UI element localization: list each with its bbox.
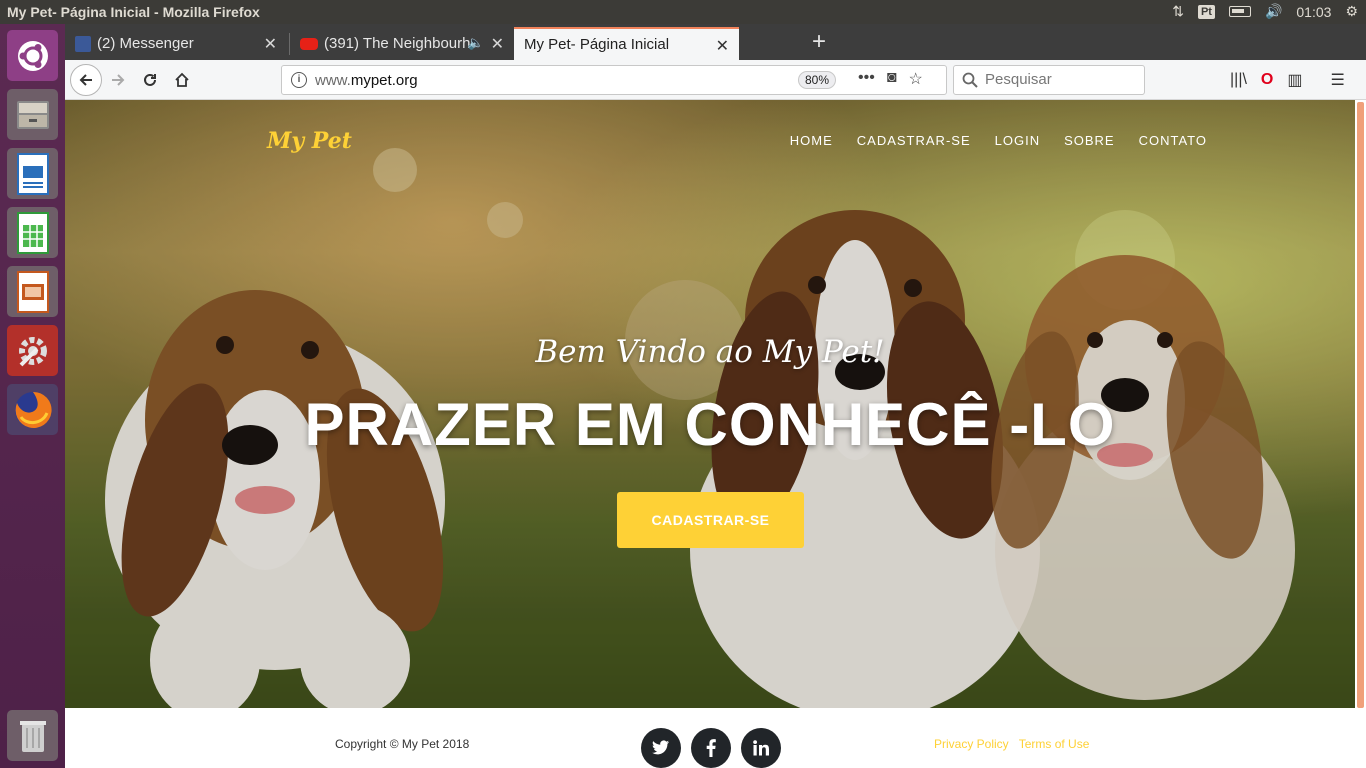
firefox-icon[interactable] (7, 384, 58, 435)
site-footer: Copyright © My Pet 2018 Privacy Policy T… (65, 708, 1355, 768)
ubuntu-dash-icon[interactable] (7, 30, 58, 81)
terms-of-use-link[interactable]: Terms of Use (1019, 737, 1090, 751)
tab-label: My Pet- Página Inicial (524, 36, 670, 53)
writer-icon[interactable] (7, 148, 58, 199)
zoom-level-badge[interactable]: 80% (798, 71, 837, 89)
close-tab-icon[interactable]: ✕ (491, 34, 504, 54)
power-gear-icon[interactable]: ⚙ (1345, 3, 1358, 20)
back-button[interactable] (70, 64, 102, 96)
opera-vpn-icon[interactable]: O (1261, 71, 1273, 89)
hamburger-menu-icon[interactable]: ☰ (1331, 70, 1345, 90)
nav-item-login[interactable]: LOGIN (995, 133, 1040, 148)
footer-links: Privacy Policy Terms of Use (934, 737, 1089, 751)
tab-messenger[interactable]: (2) Messenger ✕ (65, 27, 287, 60)
nav-item-sobre[interactable]: SOBRE (1064, 133, 1115, 148)
close-tab-icon[interactable]: ✕ (716, 36, 729, 56)
tab-bar: (2) Messenger ✕ (391) The Neighbourh 🔈 ✕… (65, 24, 1366, 60)
calc-icon[interactable] (7, 207, 58, 258)
nav-item-home[interactable]: HOME (790, 133, 833, 148)
settings-icon[interactable] (7, 325, 58, 376)
system-tray: ⇅ Pt 🔊 01:03 ⚙ (1172, 3, 1358, 20)
system-top-bar: My Pet- Página Inicial - Mozilla Firefox… (0, 0, 1366, 24)
new-tab-icon[interactable]: + (812, 30, 826, 54)
page-content: My Pet HOME CADASTRAR-SE LOGIN SOBRE CON… (65, 100, 1355, 768)
volume-icon[interactable]: 🔊 (1265, 3, 1282, 20)
nav-item-contato[interactable]: CONTATO (1139, 133, 1207, 148)
youtube-icon (300, 37, 318, 50)
forward-button[interactable] (104, 66, 132, 94)
toolbar-right: |||\ O ▥ ☰ (1230, 70, 1345, 90)
site-nav-menu: HOME CADASTRAR-SE LOGIN SOBRE CONTATO (790, 133, 1207, 148)
pocket-icon[interactable]: ◙ (887, 69, 897, 89)
social-links (641, 728, 781, 768)
url-bar[interactable]: i www.mypet.org 80% ••• ◙ ☆ (281, 65, 947, 95)
reload-button[interactable] (136, 66, 164, 94)
files-icon[interactable] (7, 89, 58, 140)
privacy-policy-link[interactable]: Privacy Policy (934, 737, 1009, 751)
home-button[interactable] (168, 66, 196, 94)
page-scrollbar[interactable] (1355, 100, 1366, 768)
audio-playing-icon[interactable]: 🔈 (468, 35, 484, 51)
hero-welcome-text: Bem Vindo ao My Pet! (535, 334, 885, 370)
launcher (0, 24, 65, 768)
site-info-icon[interactable]: i (291, 72, 307, 88)
clock[interactable]: 01:03 (1296, 4, 1331, 20)
signup-cta-button[interactable]: CADASTRAR-SE (617, 492, 804, 548)
url-text[interactable]: www.mypet.org (315, 72, 418, 89)
copyright-text: Copyright © My Pet 2018 (335, 737, 470, 751)
search-placeholder: Pesquisar (985, 71, 1052, 88)
keyboard-layout-badge[interactable]: Pt (1197, 4, 1215, 19)
battery-icon[interactable] (1228, 6, 1251, 17)
linkedin-icon[interactable] (741, 728, 781, 768)
library-icon[interactable]: |||\ (1230, 71, 1247, 89)
close-tab-icon[interactable]: ✕ (264, 34, 277, 54)
bookmark-star-icon[interactable]: ☆ (908, 69, 922, 89)
network-icon[interactable]: ⇅ (1172, 3, 1184, 20)
sidebar-icon[interactable]: ▥ (1287, 70, 1302, 90)
trash-icon[interactable] (7, 710, 58, 761)
twitter-icon[interactable] (641, 728, 681, 768)
scrollbar-thumb[interactable] (1357, 102, 1364, 708)
tab-youtube[interactable]: (391) The Neighbourh 🔈 ✕ (290, 27, 514, 60)
tab-label: (2) Messenger (97, 35, 194, 52)
page-actions-menu-icon[interactable]: ••• (858, 69, 875, 89)
tab-mypet[interactable]: My Pet- Página Inicial ✕ (514, 27, 739, 60)
hero-section: My Pet HOME CADASTRAR-SE LOGIN SOBRE CON… (65, 100, 1355, 708)
messenger-icon (75, 35, 91, 52)
hero-headline: PRAZER EM CONHECÊ -LO (304, 391, 1116, 458)
site-brand-logo[interactable]: My Pet (267, 128, 352, 154)
search-input[interactable]: Pesquisar (953, 65, 1145, 95)
tab-label: (391) The Neighbourh (324, 35, 471, 52)
page-actions: ••• ◙ ☆ (858, 69, 923, 89)
facebook-icon[interactable] (691, 728, 731, 768)
window-title: My Pet- Página Inicial - Mozilla Firefox (7, 4, 260, 20)
impress-icon[interactable] (7, 266, 58, 317)
nav-item-cadastrar[interactable]: CADASTRAR-SE (857, 133, 971, 148)
nav-toolbar: i www.mypet.org 80% ••• ◙ ☆ Pesquisar ||… (65, 60, 1366, 100)
search-icon (962, 72, 978, 88)
